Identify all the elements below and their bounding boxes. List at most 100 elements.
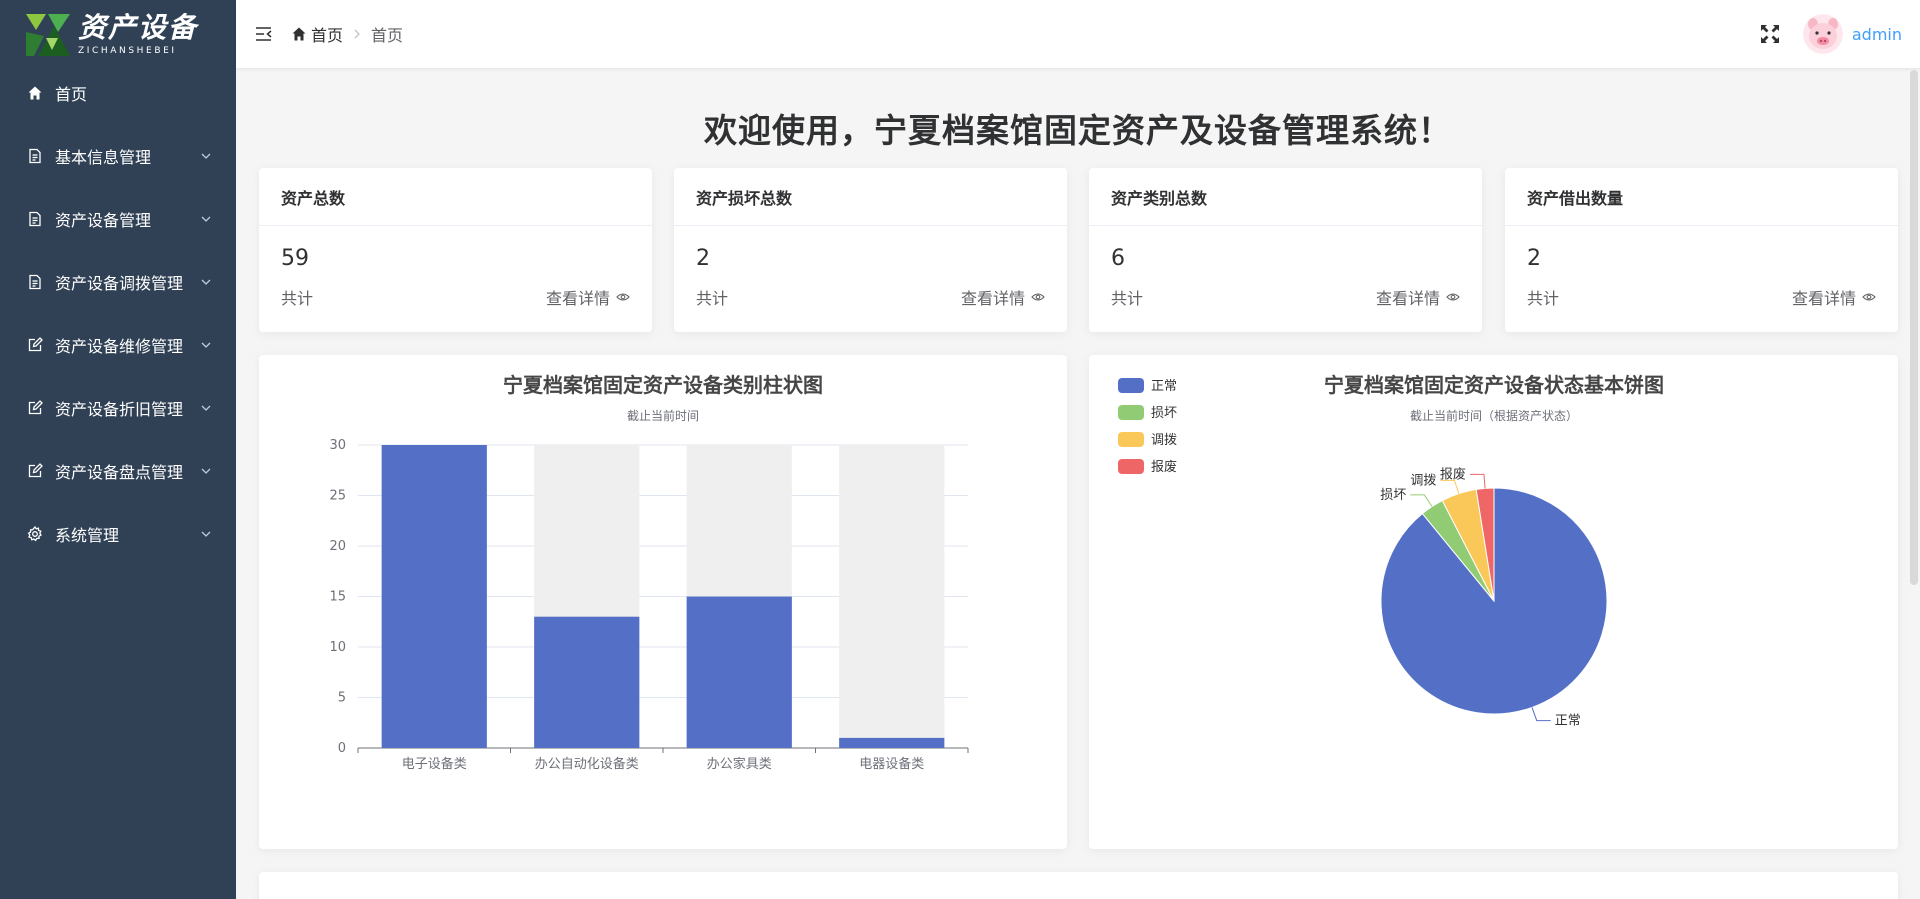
stat-card-value: 2 (1527, 246, 1541, 271)
pie-chart-title: 宁夏档案馆固定资产设备状态基本饼图 (1324, 373, 1664, 397)
stat-card-footer: 共计 (281, 289, 314, 308)
sidebar-item-label: 资产设备维修管理 (55, 336, 184, 356)
bar-y-tick-label: 30 (329, 438, 346, 453)
bar-2[interactable] (686, 596, 792, 749)
chevron-down-icon (201, 531, 211, 537)
pie-chart-card: 宁夏档案馆固定资产设备状态基本饼图 截止当前时间（根据资产状态） 正常损坏调拨报… (1089, 355, 1898, 849)
pie-legend-label[interactable]: 损坏 (1151, 406, 1177, 421)
sidebar-menu: 首页 基本信息管理 资产设备管理 资产设备调拨管理 资产设备维修管理 资产设备折… (0, 62, 236, 565)
stat-card-value: 59 (281, 246, 309, 271)
bar-y-tick-label: 10 (329, 640, 346, 655)
sidebar-item-label: 基本信息管理 (55, 147, 152, 167)
username-link[interactable]: admin (1852, 25, 1902, 44)
chevron-down-icon (201, 216, 211, 222)
stat-card-total: 资产总数 59 共计 查看详情 (259, 168, 652, 332)
home-icon (26, 84, 44, 102)
pie-chart: 宁夏档案馆固定资产设备状态基本饼图 截止当前时间（根据资产状态） 正常损坏调拨报… (1118, 373, 1664, 729)
breadcrumb: 首页 首页 (291, 22, 403, 46)
sidebar-item-label: 资产设备调拨管理 (55, 273, 184, 293)
sidebar-item-home[interactable]: 首页 (0, 62, 236, 124)
pie-legend-swatch[interactable] (1118, 405, 1144, 420)
bar-3[interactable] (839, 737, 945, 748)
view-details-label: 查看详情 (960, 289, 1025, 308)
chevron-down-icon (201, 342, 211, 348)
home-icon (292, 27, 306, 41)
view-details-link[interactable]: 查看详情 (1792, 285, 1876, 309)
pie-legend-swatch[interactable] (1118, 378, 1144, 393)
menu-fold-icon (256, 27, 272, 41)
pie-legend-label[interactable]: 调拨 (1151, 433, 1177, 448)
sidebar-item-basic-info[interactable]: 基本信息管理 (0, 124, 236, 187)
sidebar-item-label: 资产设备管理 (55, 210, 152, 230)
logo[interactable]: 资产设备 ZICHANSHEBEI (0, 0, 236, 68)
stat-card-categories: 资产类别总数 6 共计 查看详情 (1089, 168, 1482, 332)
stat-card-value: 2 (696, 246, 710, 271)
view-details-link[interactable]: 查看详情 (1376, 285, 1460, 309)
sidebar-item-label: 资产设备折旧管理 (55, 399, 184, 419)
top-header: 首页 首页 admin (236, 0, 1920, 68)
document-icon (26, 147, 44, 165)
bar-chart-card: 宁夏档案馆固定资产设备类别柱状图 截止当前时间 0 5 10 15 20 25 30 电子设… (259, 355, 1067, 849)
view-details-label: 查看详情 (1791, 289, 1856, 308)
eye-icon (1031, 293, 1045, 301)
breadcrumb-home-label: 首页 (311, 26, 344, 45)
edit-icon (26, 399, 44, 417)
sidebar-item-label: 首页 (55, 85, 88, 104)
fullscreen-icon[interactable] (1759, 23, 1781, 45)
pie-legend-label[interactable]: 正常 (1151, 379, 1177, 394)
logo-title: 资产设备 (78, 11, 199, 44)
chevron-down-icon (201, 153, 211, 159)
sidebar-item-depreciation[interactable]: 资产设备折旧管理 (0, 376, 236, 439)
edit-icon (26, 336, 44, 354)
bar-y-tick-label: 0 (338, 741, 346, 756)
bar-x-tick-label: 办公自动化设备类 (535, 756, 639, 772)
bar-chart-subtitle: 截止当前时间 (627, 408, 699, 423)
bar-y-tick-label: 15 (329, 590, 346, 605)
pie-label-line (1531, 707, 1551, 722)
avatar[interactable] (1802, 14, 1843, 54)
stat-card-title: 资产损坏总数 (674, 168, 1067, 226)
chevron-down-icon (201, 468, 211, 474)
bar-1[interactable] (534, 616, 640, 748)
sidebar-item-system[interactable]: 系统管理 (0, 502, 236, 565)
stat-card-footer: 共计 (696, 289, 729, 308)
chevron-down-icon (201, 405, 211, 411)
sidebar-item-repair[interactable]: 资产设备维修管理 (0, 313, 236, 376)
bottom-card (259, 872, 1898, 899)
sidebar-item-label: 资产设备盘点管理 (55, 462, 184, 482)
stat-card-title: 资产类别总数 (1089, 168, 1482, 226)
logo-mark-icon (24, 10, 72, 58)
edit-icon (26, 462, 44, 480)
document-icon (26, 210, 44, 228)
pie-label-line (1469, 473, 1486, 489)
breadcrumb-home[interactable]: 首页 (291, 22, 343, 46)
pie-chart-subtitle: 截止当前时间（根据资产状态） (1410, 408, 1578, 423)
stat-card-lent: 资产借出数量 2 共计 查看详情 (1505, 168, 1898, 332)
eye-icon (616, 293, 630, 301)
gear-icon (26, 525, 44, 543)
view-details-label: 查看详情 (1375, 289, 1440, 308)
logo-subtitle: ZICHANSHEBEI (78, 46, 177, 56)
bar-y-tick-label: 5 (338, 691, 346, 706)
bar-background (839, 445, 945, 748)
eye-icon (1862, 293, 1876, 301)
hamburger-toggle[interactable] (254, 24, 274, 44)
document-icon (26, 273, 44, 291)
view-details-link[interactable]: 查看详情 (546, 285, 630, 309)
pie-legend-label[interactable]: 报废 (1151, 459, 1177, 475)
pie-slice-label: 报废 (1440, 466, 1466, 482)
sidebar-item-transfer[interactable]: 资产设备调拨管理 (0, 250, 236, 313)
bar-0[interactable] (381, 445, 487, 748)
bar-chart: 宁夏档案馆固定资产设备类别柱状图 截止当前时间 0 5 10 15 20 25 30 电子设… (329, 373, 969, 772)
chevron-right-icon (352, 28, 362, 40)
pie-legend-swatch[interactable] (1118, 459, 1144, 474)
pie-label-line (1410, 494, 1433, 507)
pie-legend-swatch[interactable] (1118, 432, 1144, 447)
view-details-link[interactable]: 查看详情 (961, 285, 1045, 309)
sidebar-item-asset-equipment[interactable]: 资产设备管理 (0, 187, 236, 250)
stat-card-damaged: 资产损坏总数 2 共计 查看详情 (674, 168, 1067, 332)
stat-card-footer: 共计 (1111, 289, 1144, 308)
stat-card-title: 资产总数 (259, 168, 652, 226)
eye-icon (1446, 293, 1460, 301)
sidebar-item-inventory[interactable]: 资产设备盘点管理 (0, 439, 236, 502)
